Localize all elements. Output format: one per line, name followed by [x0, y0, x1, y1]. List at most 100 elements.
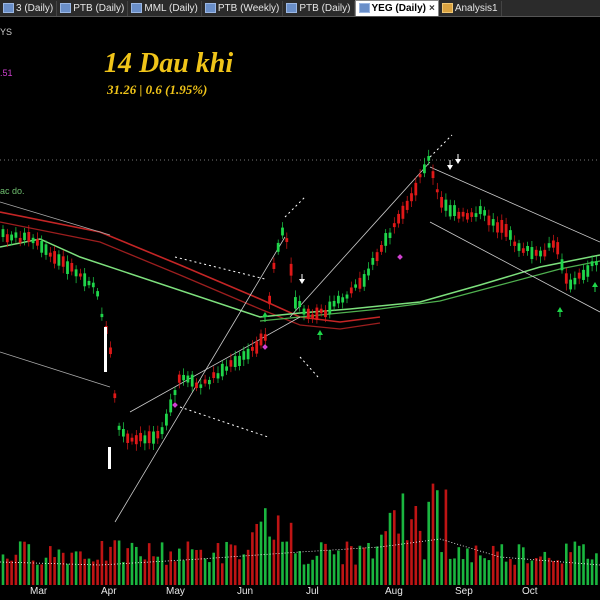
chart-tab-bar: 3 (Daily) PTB (Daily) MML (Daily) PTB (W… [0, 0, 600, 17]
candle-body [337, 295, 340, 304]
volume-bar [547, 557, 551, 585]
dotted-line [284, 196, 306, 218]
volume-bar [100, 540, 104, 585]
volume-bar [169, 551, 172, 585]
volume-bar [70, 552, 74, 585]
volume-bar [491, 545, 495, 585]
volume-bar [173, 561, 177, 585]
trendline [429, 166, 600, 243]
candle-body [487, 215, 491, 226]
volume-bar [534, 558, 538, 585]
tab-analysis1[interactable]: Analysis1 [439, 0, 502, 16]
candle-body [242, 351, 246, 360]
tab-label: PTB (Weekly) [217, 2, 280, 14]
volume-bar [474, 545, 478, 585]
volume-bar [53, 557, 56, 585]
candle-body [315, 307, 319, 321]
candle-body-highlight [104, 327, 107, 372]
candle-body [294, 297, 297, 309]
volume-bar [238, 559, 241, 585]
tab-label: 3 (Daily) [16, 2, 54, 14]
chart-window-icon [3, 3, 14, 13]
volume-bar [74, 551, 78, 585]
candle-body [91, 282, 95, 288]
candle-body [216, 373, 220, 379]
candle-body [122, 429, 125, 437]
candle-body [70, 262, 74, 272]
volume-bar [302, 564, 306, 585]
candle-body [233, 356, 237, 367]
volume-bar [268, 536, 271, 585]
candle-body [1, 229, 5, 238]
candle-body [440, 196, 443, 208]
candle-body [36, 239, 39, 246]
tab-ptb-daily-1[interactable]: PTB (Daily) [57, 0, 129, 16]
signal-arrow [262, 312, 268, 317]
volume-bar [40, 564, 43, 585]
tab-ptb-daily-2[interactable]: PTB (Daily) [283, 0, 355, 16]
volume-bar [182, 560, 185, 585]
candle-body [27, 232, 31, 242]
candle-body [289, 263, 293, 276]
volume-bar [543, 551, 547, 585]
candle-body [251, 346, 254, 351]
volume-bar [483, 558, 486, 585]
volume-bar [44, 557, 48, 585]
volume-bar [178, 548, 181, 585]
volume-bar [139, 556, 142, 585]
candle-body [397, 213, 400, 224]
dotted-line [299, 356, 319, 378]
volume-bar [397, 533, 400, 585]
volume-bar [49, 546, 52, 585]
candle-body [547, 243, 551, 248]
candle-body [573, 277, 577, 285]
candle-body [190, 374, 194, 387]
tab-yeg-daily[interactable]: YEG (Daily) × [354, 0, 439, 16]
candle-body [208, 379, 211, 385]
candle-body [427, 156, 431, 161]
tab-daily-1[interactable]: 3 (Daily) [0, 0, 58, 16]
volume-bar [375, 546, 379, 585]
volume-bar [427, 501, 430, 585]
month-label-aug: Aug [385, 586, 403, 597]
volume-bar [565, 543, 568, 585]
left-label-value: .51 [0, 68, 13, 78]
candle-body [405, 200, 409, 210]
month-label-sep: Sep [455, 586, 473, 597]
candle-body [349, 287, 353, 294]
month-label-jul: Jul [306, 586, 319, 597]
chart-window-icon [204, 3, 216, 13]
ma-line-red-2 [0, 221, 381, 330]
candle-body [418, 174, 422, 178]
volume-bar [79, 551, 82, 585]
volume-bar [311, 559, 314, 585]
volume-bar [367, 542, 370, 585]
candle-body [595, 261, 598, 266]
candle-body [470, 212, 474, 217]
candle-body [564, 273, 568, 284]
price-quote: 31.26 | 0.6 (1.95%) [107, 82, 208, 97]
candle-body [367, 268, 370, 276]
volume-bar [530, 560, 534, 585]
volume-bar [453, 558, 456, 585]
candle-body-highlight [108, 447, 111, 469]
price-chart-canvas[interactable] [0, 17, 600, 600]
candle-body [332, 300, 336, 307]
volume-bar [560, 563, 564, 585]
volume-bar [104, 560, 108, 585]
tab-ptb-weekly[interactable]: PTB (Weekly) [202, 0, 284, 16]
volume-bar [31, 560, 35, 585]
volume-bar [160, 542, 164, 585]
close-icon[interactable]: × [429, 3, 435, 14]
volume-bar [152, 556, 155, 585]
trendline [0, 351, 111, 388]
tab-mml-daily[interactable]: MML (Daily) [128, 0, 202, 16]
volume-bar [216, 543, 220, 585]
candle-body [534, 249, 538, 256]
signal-arrow [592, 282, 598, 287]
month-label-oct: Oct [522, 586, 538, 597]
candle-body [582, 269, 585, 280]
volume-bar [199, 549, 203, 585]
volume-bar [18, 541, 22, 585]
candle-body [423, 164, 426, 174]
